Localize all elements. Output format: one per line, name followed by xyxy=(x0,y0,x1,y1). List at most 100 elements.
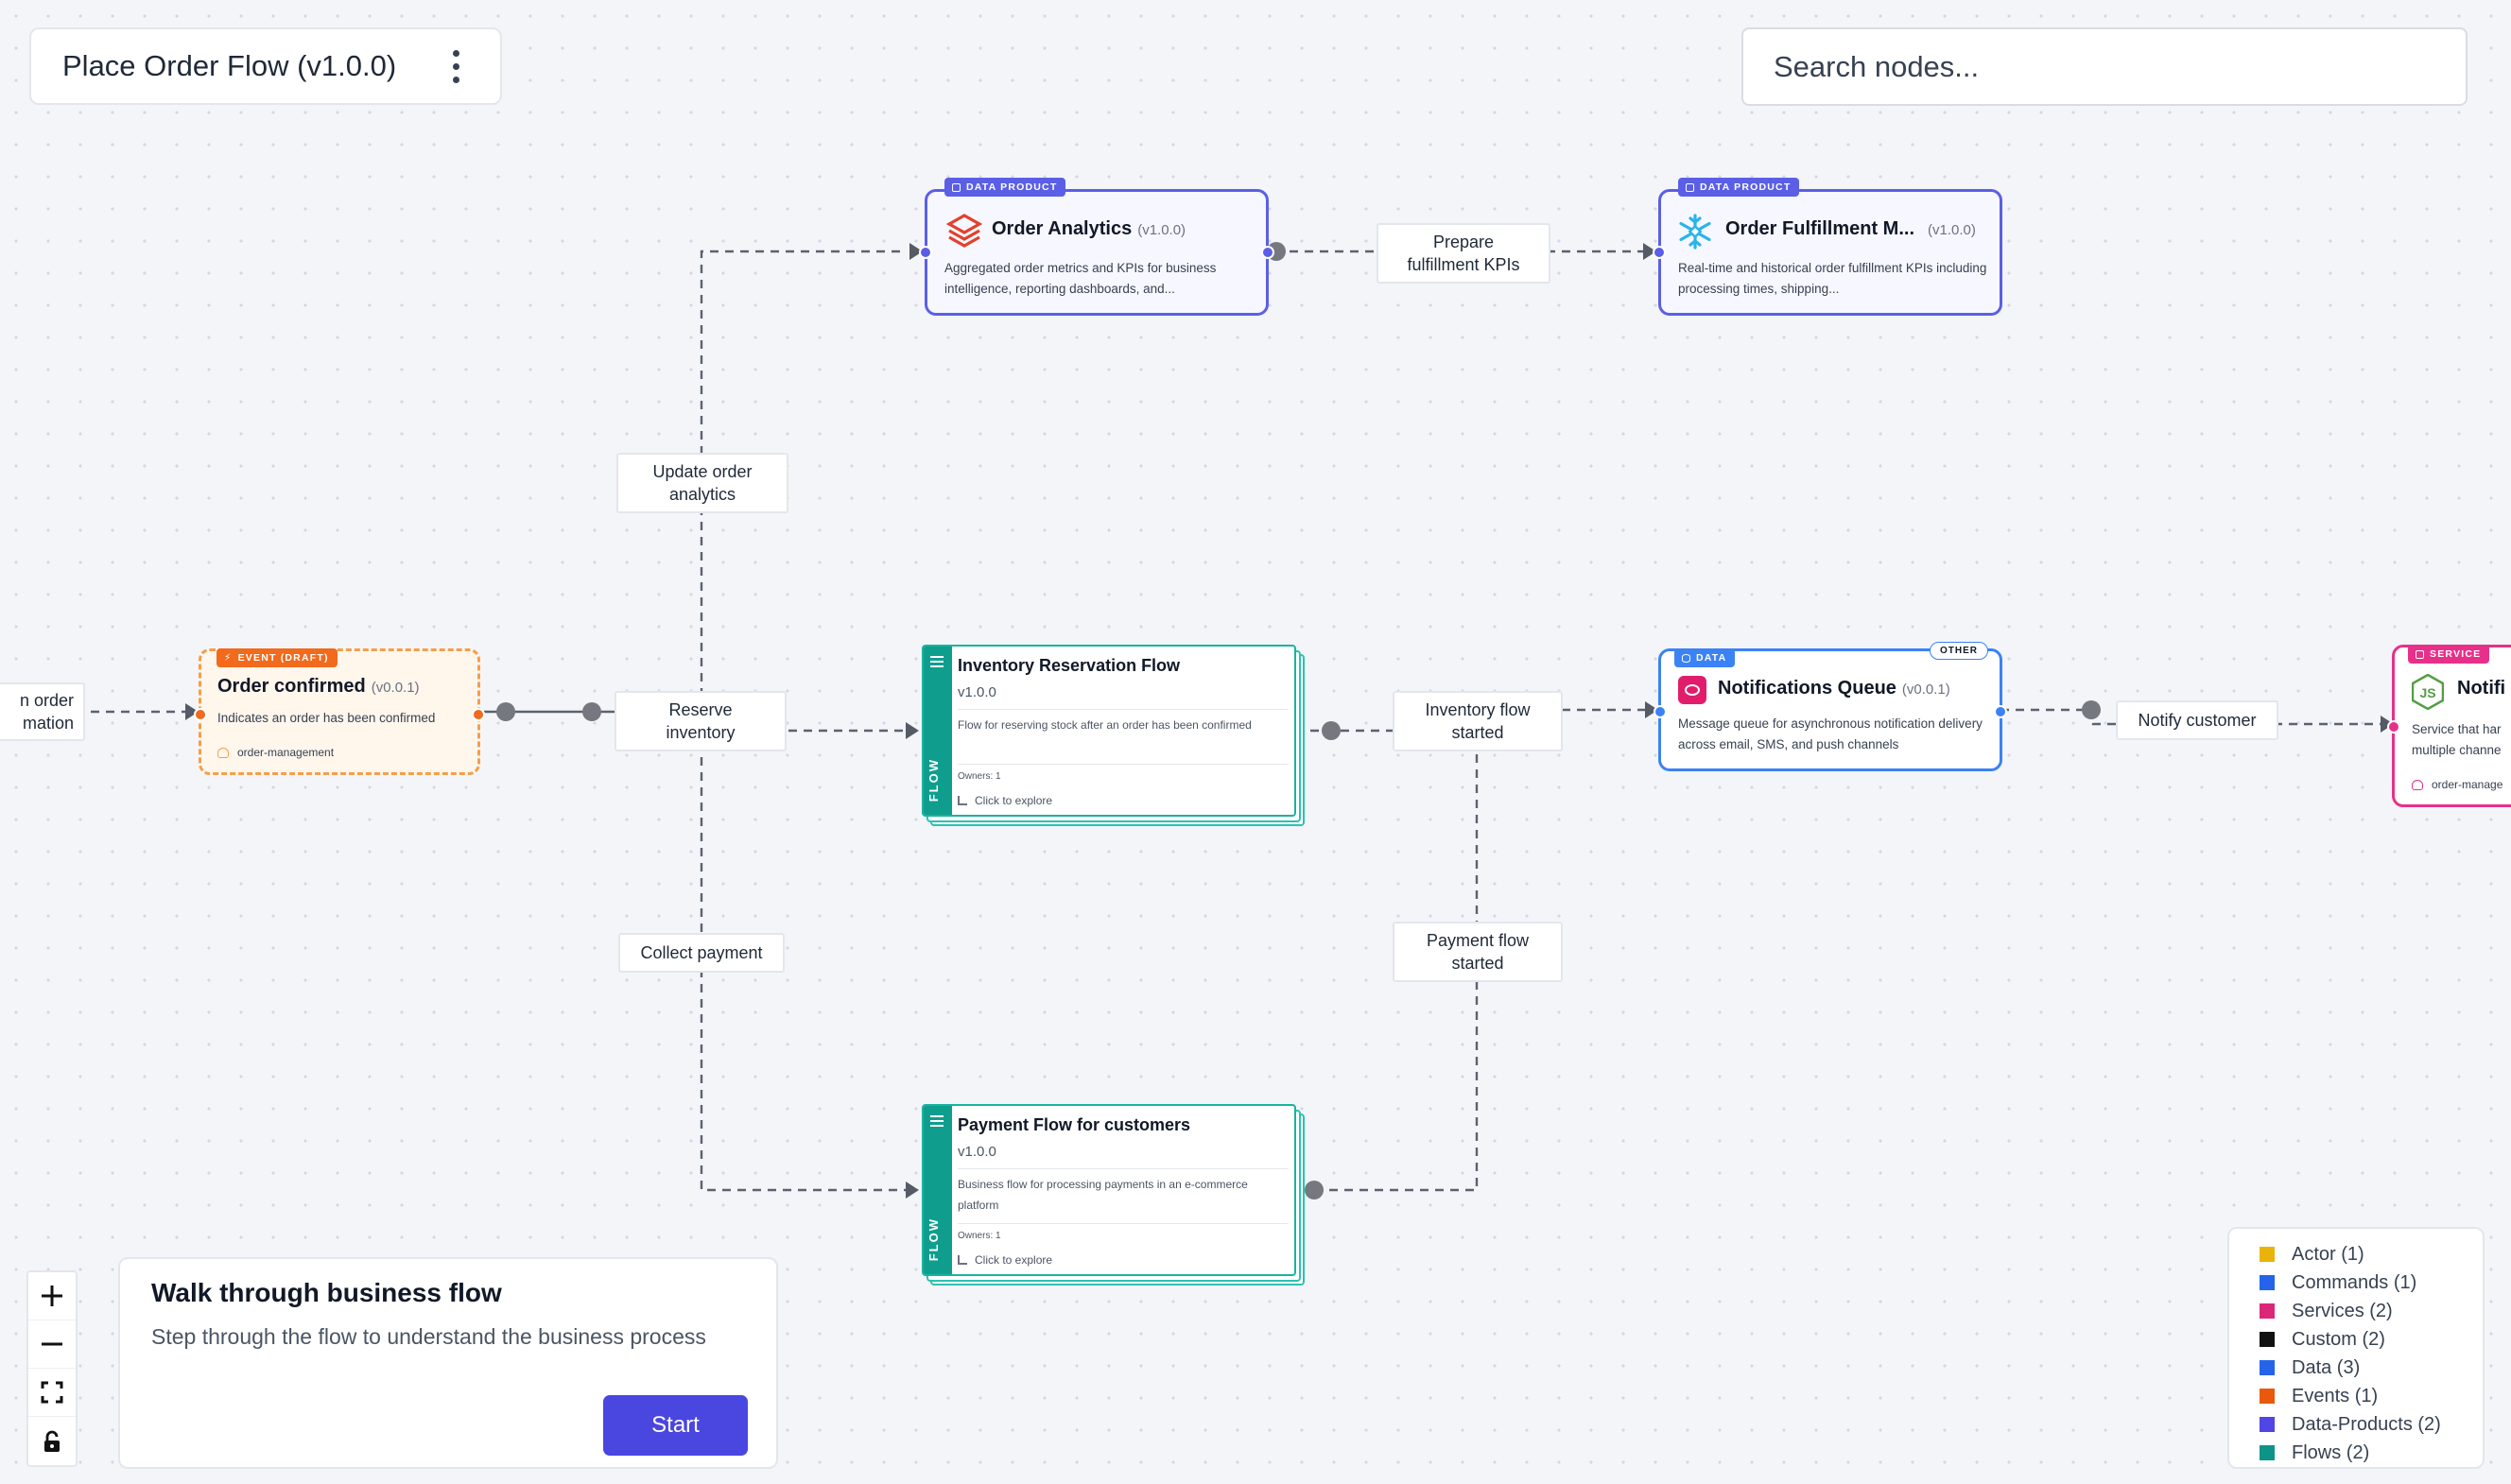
edge-dot xyxy=(496,702,515,721)
edge-dot xyxy=(2082,700,2101,719)
node-type-badge: DATA xyxy=(1674,648,1736,667)
edge-dot xyxy=(1305,1181,1324,1199)
list-icon xyxy=(930,656,944,667)
node-owners: Owners: 1 xyxy=(958,771,1001,782)
users-icon xyxy=(2412,779,2423,790)
legend-item[interactable]: Data (3) xyxy=(2260,1354,2483,1382)
node-inventory-reservation-flow[interactable]: FLOW Inventory Reservation Flow v1.0.0 F… xyxy=(922,645,1296,817)
node-name: Order Fulfillment M... xyxy=(1725,218,1915,239)
svg-text:JS: JS xyxy=(2419,685,2435,700)
node-notification-service[interactable]: SERVICE JS Notifi Service that har multi… xyxy=(2387,645,2511,807)
edge-dot xyxy=(1322,721,1341,740)
walkthrough-panel: Walk through business flow Step through … xyxy=(118,1257,778,1469)
output-handle[interactable] xyxy=(1994,705,2007,718)
fit-view-button[interactable] xyxy=(28,1369,76,1417)
edge-label-left-partial: n order mation xyxy=(0,682,85,741)
node-name: Notifications Queue xyxy=(1718,678,1896,699)
legend-item[interactable]: Events (1) xyxy=(2260,1382,2483,1410)
legend-item[interactable]: Data-Products (2) xyxy=(2260,1410,2483,1439)
cube-icon xyxy=(952,182,961,192)
input-handle[interactable] xyxy=(1653,246,1666,259)
databricks-icon xyxy=(946,214,982,248)
legend-swatch xyxy=(2260,1417,2275,1432)
node-tag: OTHER xyxy=(1930,642,1988,660)
plus-icon xyxy=(42,1286,62,1306)
node-order-fulfillment[interactable]: DATA PRODUCT Order Fulfillment M... (v1.0… xyxy=(1653,178,2002,316)
legend-item[interactable]: Flows (2) xyxy=(2260,1439,2483,1467)
fit-view-icon xyxy=(41,1381,63,1404)
node-owners: Owners: 1 xyxy=(958,1231,1001,1241)
node-name: Inventory Reservation Flow xyxy=(958,656,1181,675)
cube-icon xyxy=(1686,182,1694,192)
explore-link[interactable]: Click to explore xyxy=(958,794,1052,807)
minus-icon xyxy=(42,1342,62,1346)
node-description: Business flow for processing payments in… xyxy=(958,1178,1248,1212)
node-notifications-queue[interactable]: DATA OTHER Notifications Queue (v0.0.1) M… xyxy=(1654,642,2007,771)
node-description: Message queue for asynchronous notificat… xyxy=(1678,716,1983,751)
node-description: Aggregated order metrics and KPIs for bu… xyxy=(944,261,1217,296)
expand-icon xyxy=(958,796,967,805)
users-icon xyxy=(217,747,229,758)
bolt-icon: ⚡ xyxy=(224,652,233,664)
canvas-controls xyxy=(26,1270,78,1467)
input-handle[interactable] xyxy=(194,708,207,721)
queue-icon xyxy=(1678,676,1706,704)
node-version: (v0.0.1) xyxy=(371,680,420,696)
legend-swatch xyxy=(2260,1275,2275,1290)
lock-button[interactable] xyxy=(28,1417,76,1465)
legend-swatch xyxy=(2260,1247,2275,1262)
node-type-badge: ⚡ EVENT (DRAFT) xyxy=(216,648,338,667)
node-type-badge: DATA PRODUCT xyxy=(944,178,1066,197)
node-description: Real-time and historical order fulfillme… xyxy=(1678,261,1987,296)
page-title: Place Order Flow (v1.0.0) xyxy=(62,49,397,82)
output-handle[interactable] xyxy=(472,708,485,721)
zoom-out-button[interactable] xyxy=(28,1320,76,1369)
node-name: Payment Flow for customers xyxy=(958,1115,1191,1134)
node-owner: order-management xyxy=(217,746,334,759)
node-description: Service that har multiple channe xyxy=(2412,722,2502,757)
more-options-icon[interactable] xyxy=(451,50,460,83)
output-handle[interactable] xyxy=(1261,246,1274,259)
zoom-in-button[interactable] xyxy=(28,1272,76,1320)
legend-panel: Actor (1) Commands (1) Services (2) Cust… xyxy=(2227,1227,2485,1469)
expand-icon xyxy=(958,1255,967,1265)
node-order-analytics[interactable]: DATA PRODUCT Order Analytics (v1.0.0) Agg… xyxy=(919,178,1274,316)
input-handle[interactable] xyxy=(919,246,932,259)
node-version: v1.0.0 xyxy=(958,1144,996,1160)
node-name: Order confirmed xyxy=(217,676,366,697)
legend-item[interactable]: Services (2) xyxy=(2260,1297,2483,1325)
start-button[interactable]: Start xyxy=(603,1395,748,1456)
arrow-inventory xyxy=(906,722,919,739)
legend-item[interactable]: Commands (1) xyxy=(2260,1268,2483,1297)
node-name: Notifi xyxy=(2457,678,2506,699)
walkthrough-subtitle: Step through the flow to understand the … xyxy=(151,1324,706,1349)
explore-link[interactable]: Click to explore xyxy=(958,1253,1052,1267)
input-handle[interactable] xyxy=(1654,705,1667,718)
edge-dot xyxy=(582,702,601,721)
node-payment-flow[interactable]: FLOW Payment Flow for customers v1.0.0 B… xyxy=(922,1104,1296,1276)
edge-label-collect-payment: Collect payment xyxy=(618,933,785,973)
legend-swatch xyxy=(2260,1389,2275,1404)
edge-label-update-analytics: Update order analytics xyxy=(616,453,788,513)
edge-label-prepare-kpis: Prepare fulfillment KPIs xyxy=(1377,223,1550,284)
edge-label-reserve-inventory: Reserve inventory xyxy=(615,691,787,751)
legend-swatch xyxy=(2260,1445,2275,1460)
lock-icon xyxy=(44,1430,60,1452)
list-icon xyxy=(930,1115,944,1127)
node-version: v1.0.0 xyxy=(958,684,996,700)
legend-swatch xyxy=(2260,1303,2275,1319)
edge-label-notify-customer: Notify customer xyxy=(2116,700,2278,740)
node-version: (v1.0.0) xyxy=(1137,222,1186,238)
node-description: Indicates an order has been confirmed xyxy=(217,711,436,725)
flow-title-panel: Place Order Flow (v1.0.0) xyxy=(29,27,502,105)
database-icon xyxy=(1682,653,1690,663)
node-version: (v1.0.0) xyxy=(1928,222,1976,238)
legend-item[interactable]: Actor (1) xyxy=(2260,1240,2483,1268)
node-order-confirmed[interactable]: ⚡ EVENT (DRAFT) Order confirmed (v0.0.1) I… xyxy=(194,648,485,775)
search-input[interactable] xyxy=(1741,27,2468,106)
input-handle[interactable] xyxy=(2387,720,2400,733)
legend-item[interactable]: Custom (2) xyxy=(2260,1325,2483,1354)
legend-swatch xyxy=(2260,1360,2275,1375)
nodejs-icon: JS xyxy=(2411,673,2445,711)
legend-swatch xyxy=(2260,1332,2275,1347)
